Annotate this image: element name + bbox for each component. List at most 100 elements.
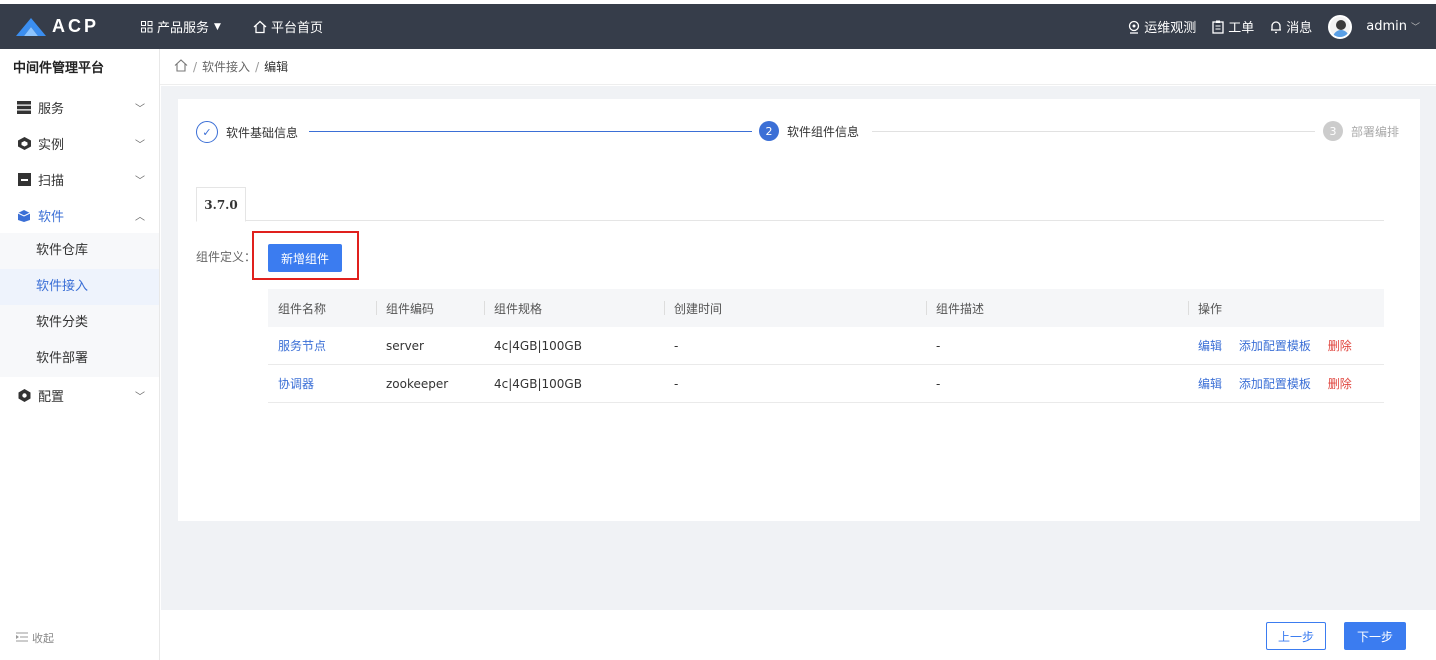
step-deploy-orchestration[interactable]: 3 部署编排 — [1323, 121, 1399, 141]
sidebar-item-software[interactable]: 软件 ︿ — [0, 197, 159, 233]
sidebar-item-instance[interactable]: 实例 ﹀ — [0, 125, 159, 161]
menu-fold-icon — [16, 632, 28, 645]
next-step-button[interactable]: 下一步 — [1344, 622, 1406, 650]
messages-link[interactable]: 消息 — [1270, 17, 1312, 36]
components-table: 组件名称 组件编码 组件规格 创建时间 组件描述 操作 服务节点 server … — [268, 289, 1384, 403]
edit-link[interactable]: 编辑 — [1198, 339, 1222, 353]
component-definition-label: 组件定义： — [196, 250, 257, 264]
sidebar-item-scan[interactable]: 扫描 ﹀ — [0, 161, 159, 197]
step-basic-info[interactable]: ✓ 软件基础信息 — [196, 121, 298, 143]
breadcrumb-parent[interactable]: 软件接入 — [202, 58, 250, 75]
previous-step-button[interactable]: 上一步 — [1266, 622, 1326, 650]
row-actions: 编辑 添加配置模板 删除 — [1188, 337, 1384, 354]
clipboard-icon — [1212, 20, 1224, 34]
step-label: 软件组件信息 — [787, 124, 860, 139]
add-config-template-link[interactable]: 添加配置模板 — [1239, 339, 1311, 353]
user-menu[interactable]: admin ﹀ — [1366, 19, 1420, 34]
breadcrumb: / 软件接入 / 编辑 — [160, 49, 1436, 85]
step-component-info[interactable]: 2 软件组件信息 — [759, 121, 859, 141]
sidebar-item-label: 配置 — [38, 389, 65, 405]
component-desc: - — [936, 338, 941, 353]
products-menu[interactable]: 产品服务 ▼ — [141, 17, 221, 36]
sidebar-item-label: 软件 — [38, 209, 65, 225]
sidebar-item-software-deploy[interactable]: 软件部署 — [0, 341, 159, 377]
ticket-link[interactable]: 工单 — [1212, 17, 1254, 36]
products-label: 产品服务 — [157, 21, 210, 36]
cube-icon — [17, 136, 31, 150]
column-header: 创建时间 — [664, 300, 926, 317]
platform-title: 中间件管理平台 — [13, 61, 105, 76]
column-header: 组件名称 — [278, 301, 327, 316]
grid-icon — [141, 20, 153, 33]
component-code: server — [386, 338, 424, 353]
breadcrumb-separator: / — [193, 59, 198, 74]
logo-icon — [16, 17, 46, 36]
component-created: - — [674, 376, 679, 391]
caret-down-icon: ▼ — [214, 21, 221, 32]
component-spec: 4c|4GB|100GB — [494, 376, 582, 391]
ops-observe-link[interactable]: 运维观测 — [1128, 17, 1196, 36]
sidebar-item-label: 扫描 — [38, 173, 65, 189]
column-header: 组件规格 — [484, 300, 664, 317]
software-submenu: 软件仓库 软件接入 软件分类 软件部署 — [0, 233, 159, 377]
delete-link[interactable]: 删除 — [1328, 377, 1352, 391]
message-label: 消息 — [1286, 21, 1313, 36]
step-connector — [309, 131, 752, 132]
component-desc: - — [936, 376, 941, 391]
location-icon — [1128, 20, 1140, 34]
server-icon — [17, 100, 31, 114]
table-header: 组件名称 组件编码 组件规格 创建时间 组件描述 操作 — [268, 289, 1384, 327]
top-bar: ACP 产品服务 ▼ 平台首页 运维观测 工单 消息 admin ﹀ — [0, 4, 1436, 49]
component-name-link[interactable]: 服务节点 — [268, 337, 376, 354]
chevron-down-icon: ﹀ — [135, 176, 145, 187]
component-spec: 4c|4GB|100GB — [494, 338, 582, 353]
table-row: 服务节点 server 4c|4GB|100GB - - 编辑 添加配置模板 删… — [268, 327, 1384, 365]
avatar[interactable] — [1328, 14, 1353, 39]
breadcrumb-separator: / — [255, 59, 260, 74]
step-number: 2 — [759, 121, 779, 141]
sidebar-item-config[interactable]: 配置 ﹀ — [0, 377, 159, 413]
collapse-sidebar-button[interactable]: 收起 — [16, 630, 54, 646]
column-header: 操作 — [1188, 300, 1384, 317]
sidebar-item-software-category[interactable]: 软件分类 — [0, 305, 159, 341]
step-connector — [872, 131, 1315, 132]
step-number: 3 — [1323, 121, 1343, 141]
edit-card: ✓ 软件基础信息 2 软件组件信息 3 部署编排 3.7.0 组件定义： 新增组… — [178, 99, 1420, 521]
bell-icon — [1270, 20, 1282, 34]
edit-link[interactable]: 编辑 — [1198, 377, 1222, 391]
logo-text: ACP — [52, 16, 100, 36]
component-code: zookeeper — [386, 376, 449, 391]
column-header: 组件描述 — [926, 300, 1188, 317]
step-label: 部署编排 — [1351, 124, 1400, 139]
platform-home-link[interactable]: 平台首页 — [253, 17, 323, 36]
home-icon — [253, 20, 267, 34]
check-icon: ✓ — [196, 121, 218, 143]
main-content: ✓ 软件基础信息 2 软件组件信息 3 部署编排 3.7.0 组件定义： 新增组… — [161, 86, 1436, 610]
sidebar-item-service[interactable]: 服务 ﹀ — [0, 89, 159, 125]
box-icon — [17, 208, 31, 222]
sidebar-item-software-access[interactable]: 软件接入 — [0, 269, 159, 305]
chevron-up-icon: ︿ — [135, 212, 145, 223]
row-actions: 编辑 添加配置模板 删除 — [1188, 375, 1384, 392]
step-label: 软件基础信息 — [226, 125, 299, 140]
sidebar-item-software-repo[interactable]: 软件仓库 — [0, 233, 159, 269]
add-config-template-link[interactable]: 添加配置模板 — [1239, 377, 1311, 391]
ops-label: 运维观测 — [1144, 21, 1197, 36]
component-name-link[interactable]: 协调器 — [268, 375, 376, 392]
settings-icon — [17, 388, 31, 402]
collapse-label: 收起 — [32, 632, 54, 645]
user-name: admin — [1366, 19, 1407, 34]
logo[interactable]: ACP — [16, 16, 126, 37]
chevron-down-icon: ﹀ — [135, 392, 145, 403]
scan-icon — [17, 172, 31, 186]
tab-version[interactable]: 3.7.0 — [196, 187, 246, 222]
chevron-down-icon: ﹀ — [135, 140, 145, 151]
add-component-button[interactable]: 新增组件 — [268, 244, 342, 272]
breadcrumb-current: 编辑 — [264, 60, 289, 74]
column-header: 组件编码 — [376, 300, 484, 317]
home-icon[interactable] — [174, 58, 188, 75]
delete-link[interactable]: 删除 — [1328, 339, 1352, 353]
home-label: 平台首页 — [270, 21, 323, 36]
ticket-label: 工单 — [1228, 21, 1255, 36]
chevron-down-icon: ﹀ — [135, 104, 145, 115]
